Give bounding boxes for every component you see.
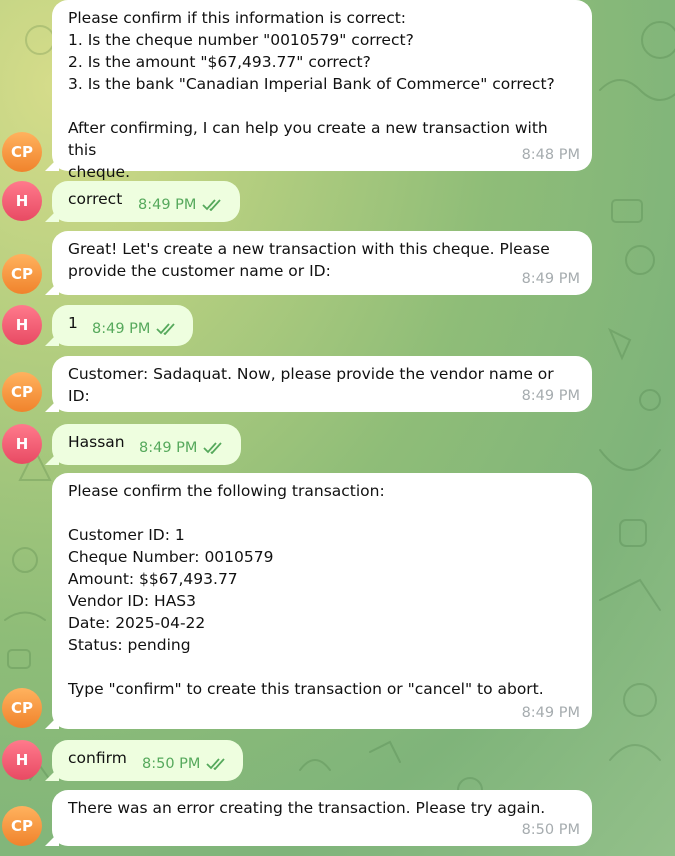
message-text: 1 bbox=[68, 314, 78, 332]
double-check-icon bbox=[206, 758, 226, 770]
avatar-cp[interactable]: CP bbox=[2, 688, 42, 728]
message-time: 8:50 PM bbox=[521, 822, 580, 838]
avatar-cp[interactable]: CP bbox=[2, 132, 42, 172]
message-time: 8:49 PM bbox=[521, 705, 580, 721]
message-bubble-incoming[interactable]: Customer: Sadaquat. Now, please provide … bbox=[45, 356, 592, 412]
message-bubble-incoming[interactable]: Please confirm if this information is co… bbox=[45, 0, 592, 181]
message-text: Hassan bbox=[68, 433, 125, 451]
message-bubble-incoming[interactable]: Please confirm the following transaction… bbox=[45, 473, 592, 729]
avatar-h[interactable]: H bbox=[2, 181, 42, 221]
double-check-icon bbox=[202, 199, 222, 211]
message-text: Customer: Sadaquat. Now, please provide … bbox=[68, 365, 559, 405]
avatar-cp[interactable]: CP bbox=[2, 372, 42, 412]
message-text: Please confirm if this information is co… bbox=[68, 9, 555, 181]
message-time: 8:48 PM bbox=[521, 147, 580, 163]
message-text: Great! Let's create a new transaction wi… bbox=[68, 240, 550, 280]
double-check-icon bbox=[156, 323, 176, 335]
message-text: There was an error creating the transact… bbox=[68, 799, 546, 817]
avatar-cp[interactable]: CP bbox=[2, 806, 42, 846]
message-bubble-outgoing[interactable]: 1 8:49 PM bbox=[45, 305, 193, 346]
message-text: confirm bbox=[68, 749, 127, 767]
message-text: Please confirm the following transaction… bbox=[68, 482, 544, 698]
double-check-icon bbox=[203, 442, 223, 454]
message-time: 8:49 PM bbox=[92, 321, 151, 337]
message-bubble-outgoing[interactable]: confirm 8:50 PM bbox=[45, 740, 243, 781]
message-bubble-incoming[interactable]: There was an error creating the transact… bbox=[45, 790, 592, 846]
message-bubble-outgoing[interactable]: Hassan 8:49 PM bbox=[45, 424, 241, 465]
message-time: 8:49 PM bbox=[138, 197, 197, 213]
avatar-h[interactable]: H bbox=[2, 424, 42, 464]
message-bubble-incoming[interactable]: Great! Let's create a new transaction wi… bbox=[45, 231, 592, 295]
message-time: 8:50 PM bbox=[142, 756, 201, 772]
message-time: 8:49 PM bbox=[139, 440, 198, 456]
avatar-h[interactable]: H bbox=[2, 740, 42, 780]
avatar-cp[interactable]: CP bbox=[2, 254, 42, 294]
message-time: 8:49 PM bbox=[521, 388, 580, 404]
message-time: 8:49 PM bbox=[521, 271, 580, 287]
message-bubble-outgoing[interactable]: correct 8:49 PM bbox=[45, 181, 240, 222]
message-text: correct bbox=[68, 190, 123, 208]
avatar-h[interactable]: H bbox=[2, 305, 42, 345]
